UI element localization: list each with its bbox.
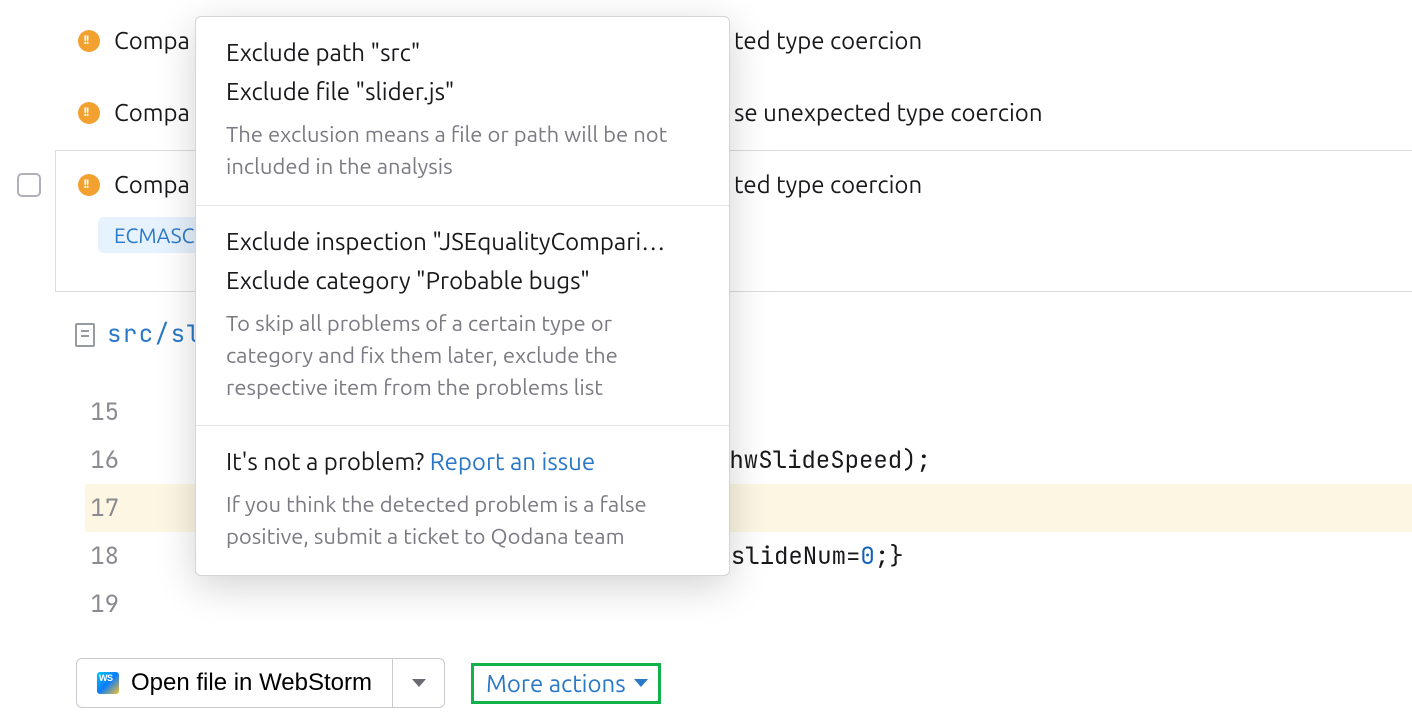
line-number: 18 [85, 541, 145, 572]
popup-item-exclude-inspection[interactable]: Exclude inspection "JSEqualityCompari… [196, 205, 729, 263]
warning-icon [78, 30, 100, 52]
more-actions-label: More actions [486, 670, 626, 697]
action-bar: Open file in WebStorm More actions [76, 658, 661, 708]
issue-text-suffix: ted type coercion [734, 27, 922, 54]
popup-item-exclude-category[interactable]: Exclude category "Probable bugs" To skip… [196, 263, 729, 426]
issue-text-prefix: Compa [114, 99, 190, 126]
open-file-dropdown[interactable] [393, 658, 445, 708]
code-line: 19 [85, 580, 1412, 628]
issue-text-suffix: se unexpected type coercion [734, 99, 1043, 126]
issue-row-selected[interactable]: Compa [78, 171, 190, 198]
issue-row[interactable]: Compa [78, 27, 190, 54]
warning-icon [78, 102, 100, 124]
line-number: 15 [85, 397, 145, 428]
issue-row-suffix: se unexpected type coercion [734, 99, 1043, 126]
more-actions-button[interactable]: More actions [486, 670, 648, 697]
popup-item-title: Exclude path "src" [226, 39, 699, 66]
issue-checkbox[interactable] [17, 173, 41, 197]
popup-item-desc: To skip all problems of a certain type o… [226, 308, 699, 404]
chevron-down-icon [634, 679, 648, 687]
line-number: 19 [85, 589, 145, 620]
issue-row-suffix: ted type coercion [734, 171, 922, 198]
popup-item-report[interactable]: It's not a problem? Report an issue If y… [196, 425, 729, 575]
report-issue-link[interactable]: Report an issue [430, 448, 595, 475]
popup-item-title: Exclude file "slider.js" [226, 78, 699, 105]
more-actions-popup: Exclude path "src" Exclude file "slider.… [195, 16, 730, 576]
issue-text-prefix: Compa [114, 27, 190, 54]
line-number: 17 [85, 493, 145, 524]
file-icon [75, 323, 95, 347]
open-file-label: Open file in WebStorm [131, 669, 372, 697]
issue-row-suffix: ted type coercion [734, 27, 922, 54]
webstorm-icon [97, 672, 119, 694]
issue-text-suffix: ted type coercion [734, 171, 922, 198]
popup-item-desc: If you think the detected problem is a f… [226, 489, 699, 553]
issue-text-prefix: Compa [114, 171, 190, 198]
language-tag[interactable]: ECMASC [98, 217, 210, 253]
more-actions-highlight: More actions [471, 663, 661, 704]
popup-item-exclude-path[interactable]: Exclude path "src" [196, 17, 729, 74]
popup-item-exclude-file[interactable]: Exclude file "slider.js" The exclusion m… [196, 74, 729, 205]
chevron-down-icon [412, 679, 426, 687]
issue-row[interactable]: Compa [78, 99, 190, 126]
warning-icon [78, 174, 100, 196]
line-number: 16 [85, 445, 145, 476]
popup-item-title: Exclude inspection "JSEqualityCompari… [226, 228, 699, 255]
open-file-button[interactable]: Open file in WebStorm [76, 658, 393, 708]
file-path-link[interactable]: src/sl [107, 319, 202, 350]
popup-item-title: Exclude category "Probable bugs" [226, 267, 699, 294]
popup-item-title: It's not a problem? Report an issue [226, 448, 699, 475]
popup-item-desc: The exclusion means a file or path will … [226, 119, 699, 183]
